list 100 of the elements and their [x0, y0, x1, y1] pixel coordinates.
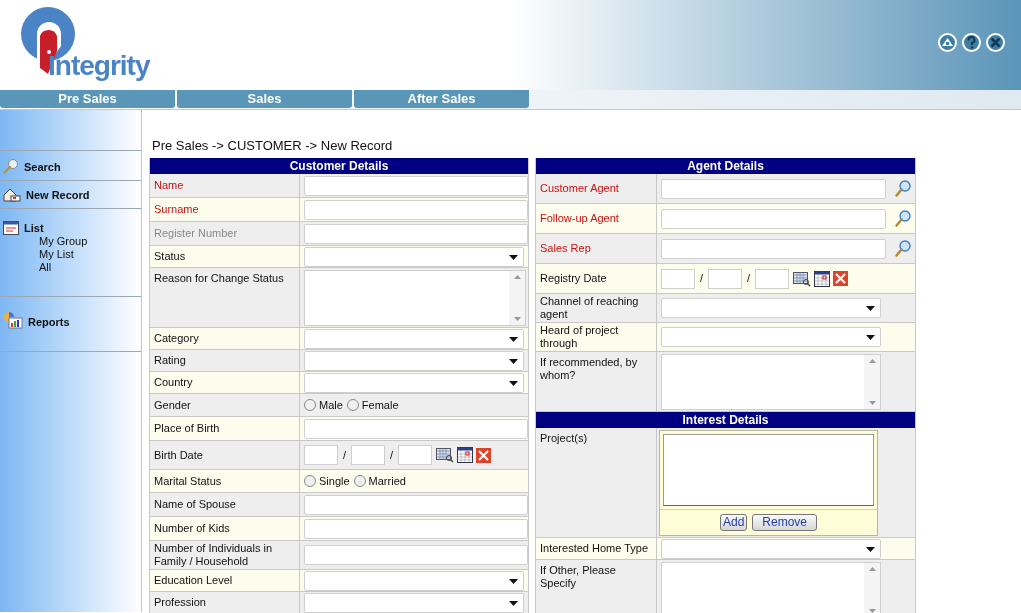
- scroll-down-icon[interactable]: [513, 317, 521, 321]
- field-label: Status: [154, 250, 186, 263]
- clear-icon[interactable]: [833, 271, 849, 286]
- text-field[interactable]: [304, 175, 528, 196]
- section-header: Agent Details: [535, 158, 916, 174]
- year-field[interactable]: [398, 445, 433, 465]
- field-label: Birth Date: [154, 448, 203, 462]
- select-field[interactable]: [661, 298, 881, 318]
- field-label: Interested Home Type: [540, 542, 649, 555]
- text-field[interactable]: [304, 223, 528, 244]
- sidebar-item[interactable]: New Record: [3, 188, 138, 202]
- clear-icon[interactable]: [476, 447, 492, 463]
- text-field[interactable]: [304, 518, 528, 539]
- close-icon[interactable]: [986, 33, 1005, 52]
- day-field[interactable]: [661, 268, 695, 289]
- dropdown-caret-icon: [509, 600, 518, 606]
- text-field[interactable]: [661, 238, 886, 259]
- field-label: Marital Status: [154, 474, 222, 488]
- sidebar-subitem[interactable]: My List: [39, 248, 138, 261]
- breadcrumb: Pre Sales -> CUSTOMER -> New Record: [151, 138, 394, 153]
- select-field[interactable]: [304, 350, 524, 371]
- field-label: Profession: [154, 596, 206, 609]
- field-label: Place of Birth: [154, 422, 220, 435]
- year-field[interactable]: [755, 268, 790, 289]
- field-label: Customer Agent: [540, 182, 619, 195]
- field-label: Follow-up Agent: [540, 212, 619, 225]
- logo-text: Integrity: [48, 50, 150, 82]
- select-field[interactable]: [661, 327, 881, 347]
- dropdown-caret-icon: [509, 254, 518, 260]
- field-label: Sales Rep: [540, 242, 591, 255]
- radio-button[interactable]: [353, 475, 366, 487]
- list-window-icon: [3, 221, 19, 235]
- search-icon: [3, 158, 19, 174]
- dropdown-caret-icon: [509, 358, 518, 364]
- scroll-down-icon[interactable]: [868, 609, 876, 613]
- calendar-search-icon[interactable]: [793, 270, 812, 287]
- dropdown-caret-icon: [509, 336, 518, 342]
- field-label: Number of Individuals in Family / Household: [154, 542, 273, 568]
- select-field[interactable]: [304, 570, 524, 591]
- radio-button[interactable]: [346, 399, 359, 411]
- calendar-icon[interactable]: [814, 270, 831, 287]
- calendar-search-icon[interactable]: [436, 447, 455, 463]
- text-field[interactable]: [661, 208, 886, 229]
- select-field[interactable]: [304, 592, 524, 613]
- field-label: Surname: [154, 203, 199, 216]
- radio-label: Single: [319, 473, 350, 489]
- calendar-icon[interactable]: [457, 447, 474, 463]
- textarea-field[interactable]: [661, 562, 881, 613]
- home-icon[interactable]: [938, 33, 957, 52]
- field-label: Reason for Change Status: [154, 272, 284, 285]
- month-field[interactable]: [351, 445, 386, 465]
- field-label: Education Level: [154, 574, 233, 587]
- radio-label: Male: [319, 397, 343, 413]
- section-header: Interest Details: [535, 412, 916, 428]
- sidebar-item[interactable]: List: [3, 221, 138, 235]
- dropdown-caret-icon: [866, 335, 875, 340]
- radio-button[interactable]: [304, 399, 316, 411]
- textarea-field[interactable]: [661, 354, 881, 410]
- search-icon[interactable]: [895, 180, 911, 197]
- scroll-down-icon[interactable]: [868, 401, 876, 405]
- sidebar-subitem[interactable]: All: [39, 261, 138, 274]
- field-label: Rating: [154, 354, 186, 367]
- day-field[interactable]: [304, 445, 338, 465]
- search-icon[interactable]: [895, 240, 911, 257]
- project-listbox[interactable]: [663, 434, 874, 506]
- date-separator: /: [747, 271, 751, 287]
- field-label: Name: [154, 179, 184, 192]
- text-field[interactable]: [304, 545, 528, 565]
- select-field[interactable]: [304, 372, 524, 393]
- scroll-up-icon[interactable]: [513, 275, 521, 279]
- date-separator: /: [700, 271, 704, 287]
- sidebar-item[interactable]: Search: [3, 158, 138, 174]
- search-icon[interactable]: [895, 210, 911, 227]
- text-field[interactable]: [304, 418, 528, 439]
- field-label: Register Number: [154, 227, 238, 240]
- radio-label: Married: [368, 473, 406, 489]
- radio-button[interactable]: [304, 475, 316, 487]
- help-icon[interactable]: [962, 33, 981, 52]
- text-field[interactable]: [661, 178, 886, 199]
- textarea-field[interactable]: [304, 270, 526, 326]
- sidebar-subitem[interactable]: My Group: [39, 235, 138, 248]
- month-field[interactable]: [708, 268, 743, 289]
- select-field[interactable]: [661, 538, 881, 559]
- list-action-button[interactable]: Add: [719, 514, 748, 531]
- select-field[interactable]: [304, 328, 524, 349]
- dropdown-caret-icon: [509, 380, 518, 386]
- list-action-button[interactable]: Remove: [752, 514, 817, 531]
- select-field[interactable]: [304, 246, 524, 267]
- field-label: Number of Kids: [154, 522, 230, 535]
- text-field[interactable]: [304, 199, 528, 220]
- scroll-up-icon[interactable]: [868, 567, 876, 571]
- field-label: Country: [154, 376, 193, 389]
- field-label: If recommended, by whom?: [540, 356, 639, 382]
- field-label: Name of Spouse: [154, 498, 236, 511]
- dropdown-caret-icon: [509, 578, 518, 584]
- scroll-up-icon[interactable]: [868, 359, 876, 363]
- dropdown-caret-icon: [866, 306, 875, 311]
- date-separator: /: [390, 447, 394, 463]
- sidebar-item[interactable]: Reports: [3, 311, 138, 329]
- text-field[interactable]: [304, 494, 528, 515]
